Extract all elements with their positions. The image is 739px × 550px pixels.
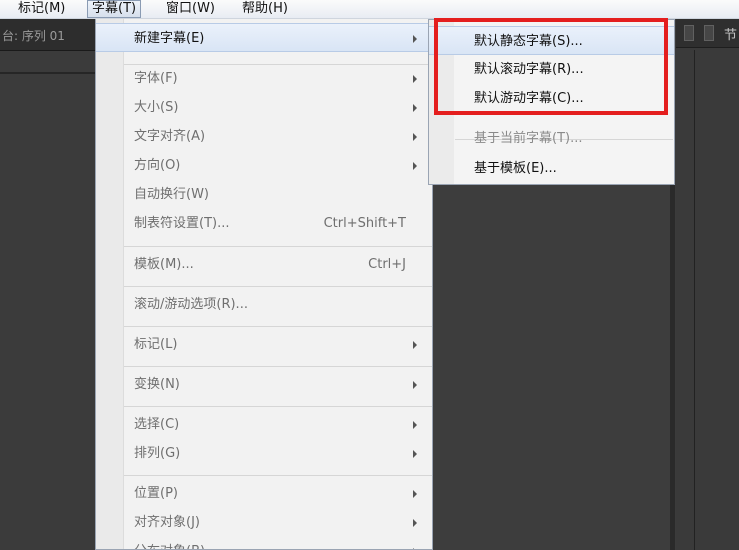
shortcut-text: Ctrl+Shift+T bbox=[323, 216, 406, 231]
submenu-item-label: 默认游动字幕(C)... bbox=[474, 91, 584, 106]
menu-item-label: 字体(F) bbox=[134, 71, 178, 86]
menu-item-transform[interactable]: 变换(N) bbox=[96, 370, 432, 399]
menu-item-select[interactable]: 选择(C) bbox=[96, 410, 432, 439]
menu-item-arrange[interactable]: 排列(G) bbox=[96, 439, 432, 468]
submenu-arrow-icon bbox=[413, 75, 417, 83]
menu-title[interactable]: 字幕(T) bbox=[87, 0, 142, 18]
menu-marker[interactable]: 标记(M) bbox=[14, 0, 69, 18]
menu-separator bbox=[124, 286, 432, 287]
menu-item-orientation[interactable]: 方向(O) bbox=[96, 151, 432, 180]
menu-item-label: 自动换行(W) bbox=[134, 187, 209, 202]
menu-item-align-objects[interactable]: 对齐对象(J) bbox=[96, 508, 432, 537]
menu-separator bbox=[124, 475, 432, 476]
submenu-arrow-icon bbox=[413, 35, 417, 43]
submenu-item-label: 默认滚动字幕(R)... bbox=[474, 62, 584, 77]
submenu-item-label: 基于模板(E)... bbox=[474, 161, 557, 176]
menu-bar: 标记(M) 字幕(T) 窗口(W) 帮助(H) bbox=[0, 0, 739, 19]
menu-item-label: 滚动/游动选项(R)... bbox=[134, 297, 248, 312]
submenu-item-default-crawl[interactable]: 默认游动字幕(C)... bbox=[429, 84, 674, 113]
panel-title: 台: 序列 01 bbox=[2, 29, 65, 43]
monitor-panel-header: 台: 序列 01 bbox=[0, 19, 95, 51]
submenu-item-default-roll[interactable]: 默认滚动字幕(R)... bbox=[429, 55, 674, 84]
menu-item-text-align[interactable]: 文字对齐(A) bbox=[96, 122, 432, 151]
menu-item-label: 标记(L) bbox=[134, 337, 178, 352]
submenu-arrow-icon bbox=[413, 104, 417, 112]
submenu-arrow-icon bbox=[413, 450, 417, 458]
menu-help[interactable]: 帮助(H) bbox=[238, 0, 292, 18]
submenu-item-based-on-template[interactable]: 基于模板(E)... bbox=[429, 154, 674, 183]
menu-window[interactable]: 窗口(W) bbox=[162, 0, 219, 18]
submenu-arrow-icon bbox=[413, 519, 417, 527]
menu-item-tab-stops[interactable]: 制表符设置(T)... Ctrl+Shift+T bbox=[96, 209, 432, 238]
menu-item-position[interactable]: 位置(P) bbox=[96, 479, 432, 508]
menu-item-distribute-objects[interactable]: 分布对象(B) bbox=[96, 537, 432, 549]
new-title-submenu: 默认静态字幕(S)... 默认滚动字幕(R)... 默认游动字幕(C)... 基… bbox=[428, 19, 675, 185]
menu-separator bbox=[124, 406, 432, 407]
submenu-arrow-icon bbox=[413, 421, 417, 429]
menu-item-label: 对齐对象(J) bbox=[134, 515, 200, 530]
submenu-arrow-icon bbox=[413, 381, 417, 389]
menu-item-templates[interactable]: 模板(M)... Ctrl+J bbox=[96, 250, 432, 279]
menu-item-label: 文字对齐(A) bbox=[134, 129, 206, 144]
menu-separator bbox=[124, 246, 432, 247]
menu-item-label: 位置(P) bbox=[134, 486, 178, 501]
menu-separator bbox=[124, 326, 432, 327]
menu-item-label: 变换(N) bbox=[134, 377, 180, 392]
panel-divider bbox=[694, 50, 695, 550]
panel-grip-icon[interactable] bbox=[684, 25, 694, 41]
menu-item-new-title[interactable]: 新建字幕(E) bbox=[96, 23, 432, 52]
right-panel bbox=[676, 19, 739, 550]
submenu-arrow-icon bbox=[413, 490, 417, 498]
right-panel-label: 节 bbox=[724, 28, 738, 43]
editor-panel bbox=[433, 185, 675, 550]
menu-item-roll-crawl-options[interactable]: 滚动/游动选项(R)... bbox=[96, 290, 432, 319]
title-menu-dropdown: 新建字幕(E) 字体(F) 大小(S) 文字对齐(A) 方向(O) 自动换行(W… bbox=[95, 19, 433, 550]
menu-separator bbox=[124, 366, 432, 367]
submenu-item-default-still[interactable]: 默认静态字幕(S)... bbox=[429, 26, 674, 55]
menu-item-word-wrap[interactable]: 自动换行(W) bbox=[96, 180, 432, 209]
menu-item-label: 制表符设置(T)... bbox=[134, 216, 230, 231]
menu-item-label: 选择(C) bbox=[134, 417, 180, 432]
panel-divider bbox=[0, 72, 95, 74]
submenu-arrow-icon bbox=[413, 341, 417, 349]
submenu-item-label: 基于当前字幕(T)... bbox=[474, 131, 583, 146]
shortcut-text: Ctrl+J bbox=[368, 257, 406, 272]
submenu-item-label: 默认静态字幕(S)... bbox=[474, 34, 583, 49]
menu-item-size[interactable]: 大小(S) bbox=[96, 93, 432, 122]
panel-grip-icon[interactable] bbox=[704, 25, 714, 41]
submenu-item-based-on-current[interactable]: 基于当前字幕(T)... bbox=[429, 124, 674, 153]
menu-item-label: 新建字幕(E) bbox=[134, 31, 205, 46]
menu-item-label: 分布对象(B) bbox=[134, 537, 205, 549]
submenu-arrow-icon bbox=[413, 133, 417, 141]
menu-item-logo[interactable]: 标记(L) bbox=[96, 330, 432, 359]
menu-item-label: 排列(G) bbox=[134, 446, 181, 461]
submenu-arrow-icon bbox=[413, 162, 417, 170]
menu-item-font[interactable]: 字体(F) bbox=[96, 64, 432, 93]
menu-item-label: 方向(O) bbox=[134, 158, 181, 173]
menu-item-label: 大小(S) bbox=[134, 100, 179, 115]
menu-item-label: 模板(M)... bbox=[134, 257, 194, 272]
